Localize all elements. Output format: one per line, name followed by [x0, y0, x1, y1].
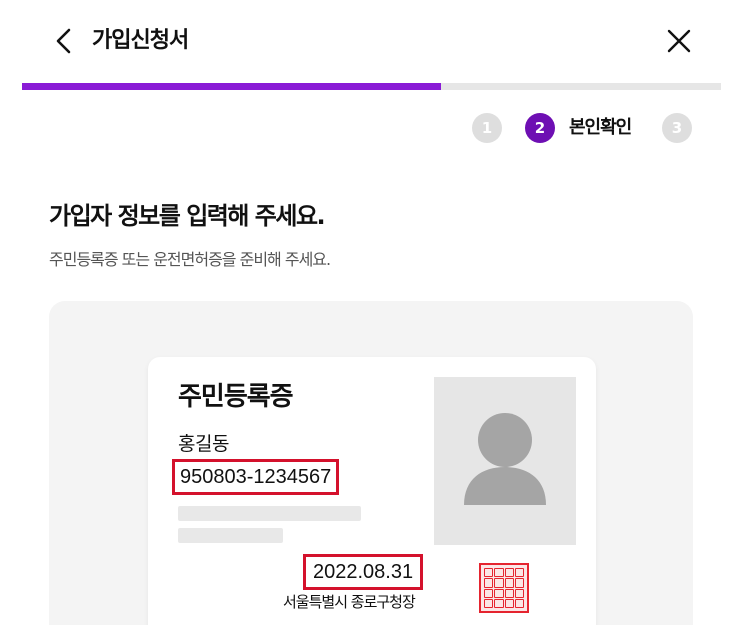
header: 가입신청서: [0, 0, 739, 82]
card-id-number: 950803-1234567: [172, 459, 340, 495]
chevron-left-icon: [56, 28, 71, 54]
official-seal-icon: [479, 563, 529, 613]
step-1-indicator: 1: [472, 113, 502, 143]
progress-fill: [22, 83, 442, 90]
card-issue-date: 2022.08.31: [303, 554, 424, 590]
person-silhouette-icon: [464, 413, 546, 505]
card-title: 주민등록증: [178, 382, 294, 412]
step-2-label: 본인확인: [569, 117, 632, 138]
id-card: 주민등록증 홍길동 950803-1234567 2022.08.31 서울특별…: [148, 357, 596, 625]
card-name: 홍길동: [178, 433, 229, 455]
placeholder-line: [178, 506, 361, 521]
close-button[interactable]: [664, 26, 694, 56]
placeholder-line: [178, 528, 283, 543]
card-issuer: 서울특별시 종로구청장: [283, 593, 416, 611]
card-photo: [434, 377, 576, 545]
back-button[interactable]: [50, 26, 80, 56]
step-2-indicator: 2: [525, 113, 555, 143]
progress-bar: [22, 83, 721, 90]
section-heading: 가입자 정보를 입력해 주세요.: [49, 202, 326, 230]
close-icon: [667, 29, 691, 53]
page-title: 가입신청서: [92, 28, 189, 53]
section-subheading: 주민등록증 또는 운전면허증을 준비해 주세요.: [49, 250, 331, 269]
step-3-indicator: 3: [662, 113, 692, 143]
id-card-illustration: 주민등록증 홍길동 950803-1234567 2022.08.31 서울특별…: [49, 301, 693, 625]
